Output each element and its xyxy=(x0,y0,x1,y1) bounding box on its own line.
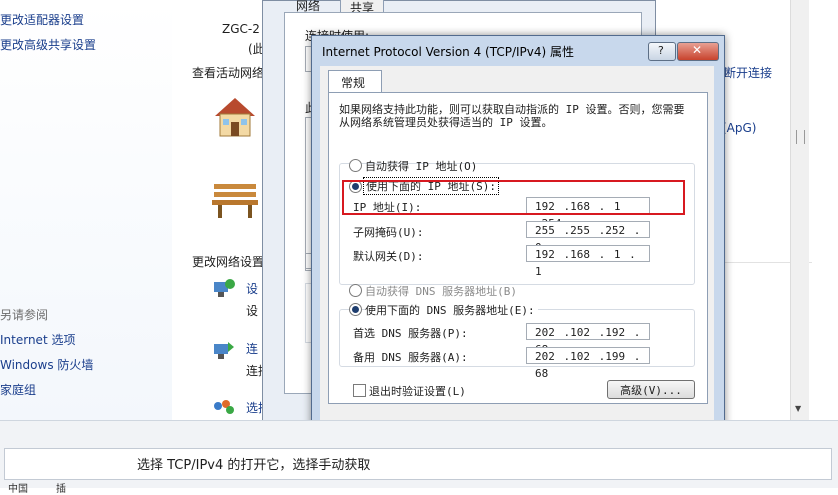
setup-connection-desc: 设 xyxy=(246,304,259,318)
tab-general-label: 常规 xyxy=(341,76,366,90)
intro-text: 如果网络支持此功能，则可以获取自动指派的 IP 设置。否则，您需要从网络系统管理… xyxy=(339,103,685,129)
internet-options-link[interactable]: Internet 选项 xyxy=(0,331,75,348)
alternate-dns-label: 备用 DNS 服务器(A): xyxy=(353,351,468,364)
new-connection-icon xyxy=(214,279,235,297)
caption-text: 选择 TCP/IPv4 的打开它，选择手动获取 xyxy=(137,458,371,473)
dialog-title: Internet Protocol Version 4 (TCP/IPv4) 属… xyxy=(322,45,575,59)
subnet-mask-label: 子网掩码(U): xyxy=(353,226,424,239)
disconnect-link[interactable]: 断开连接 xyxy=(724,64,772,81)
connect-network-icon xyxy=(214,342,234,359)
homegroup-link[interactable]: 家庭组 xyxy=(0,381,36,398)
help-button[interactable]: ? xyxy=(648,42,676,61)
manual-dns-label: 使用下面的 DNS 服务器地址(E): xyxy=(365,302,538,318)
general-tab-panel: 如果网络支持此功能，则可以获取自动指派的 IP 设置。否则，您需要从网络系统管理… xyxy=(328,92,708,404)
default-gateway-label: 默认网关(D): xyxy=(353,250,424,263)
home-network-icon xyxy=(215,98,255,137)
close-icon: ✕ xyxy=(692,43,703,57)
setup-connection-link[interactable]: 设 xyxy=(246,280,258,297)
help-icon: ? xyxy=(658,44,664,57)
vertical-scrollbar[interactable]: ▼ xyxy=(790,0,809,420)
validate-checkbox[interactable] xyxy=(353,384,366,397)
dialog-body: 常规 如果网络支持此功能，则可以获取自动指派的 IP 设置。否则，您需要从网络系… xyxy=(320,66,714,452)
auto-ip-label: 自动获得 IP 地址(O) xyxy=(365,160,478,173)
advanced-button[interactable]: 高级(V)... xyxy=(607,380,695,399)
tab-general[interactable]: 常规 xyxy=(328,70,382,93)
advanced-button-label: 高级(V)... xyxy=(620,384,682,397)
highlight-box xyxy=(342,180,685,215)
caption-box: 选择 TCP/IPv4 的打开它，选择手动获取 xyxy=(4,448,832,480)
scroll-down-arrow-icon[interactable]: ▼ xyxy=(795,404,801,413)
connect-network-link[interactable]: 连 xyxy=(246,340,258,357)
status-item-2: 插 xyxy=(56,484,66,495)
scroll-grip xyxy=(796,130,805,144)
public-network-icon xyxy=(212,184,258,218)
change-advanced-sharing-link[interactable]: 更改高级共享设置 xyxy=(0,36,96,53)
homegroup-icon xyxy=(214,400,234,414)
status-item-1: 中国 xyxy=(8,484,28,495)
subnet-mask-field[interactable]: 255 .255 .252 . 0 xyxy=(526,221,650,254)
windows-firewall-link[interactable]: Windows 防火墙 xyxy=(0,356,93,373)
left-task-pane: 更改适配器设置 更改高级共享设置 另请参阅 Internet 选项 Window… xyxy=(0,0,172,420)
tcpipv4-properties-dialog: Internet Protocol Version 4 (TCP/IPv4) 属… xyxy=(311,35,725,463)
change-adapter-settings-link[interactable]: 更改适配器设置 xyxy=(0,11,84,28)
preferred-dns-field[interactable]: 202 .102 .192 . 68 xyxy=(526,323,650,356)
validate-label: 退出时验证设置(L) xyxy=(369,385,466,398)
auto-dns-label: 自动获得 DNS 服务器地址(B) xyxy=(365,285,517,298)
see-also-heading: 另请参阅 xyxy=(0,308,49,322)
change-network-settings-heading: 更改网络设置 xyxy=(192,255,265,269)
auto-dns-radio[interactable] xyxy=(349,284,362,297)
network-name-suffix: (ApG) xyxy=(722,121,757,135)
preferred-dns-label: 首选 DNS 服务器(P): xyxy=(353,327,468,340)
computer-name: ZGC-2 xyxy=(222,22,260,36)
manual-dns-radio[interactable] xyxy=(349,303,362,316)
auto-ip-radio[interactable] xyxy=(349,159,362,172)
default-gateway-field[interactable]: 192 .168 . 1 . 1 xyxy=(526,245,650,278)
alternate-dns-field[interactable]: 202 .102 .199 . 68 xyxy=(526,347,650,380)
active-networks-heading: 查看活动网络 xyxy=(192,66,265,80)
close-button[interactable]: ✕ xyxy=(677,42,719,61)
